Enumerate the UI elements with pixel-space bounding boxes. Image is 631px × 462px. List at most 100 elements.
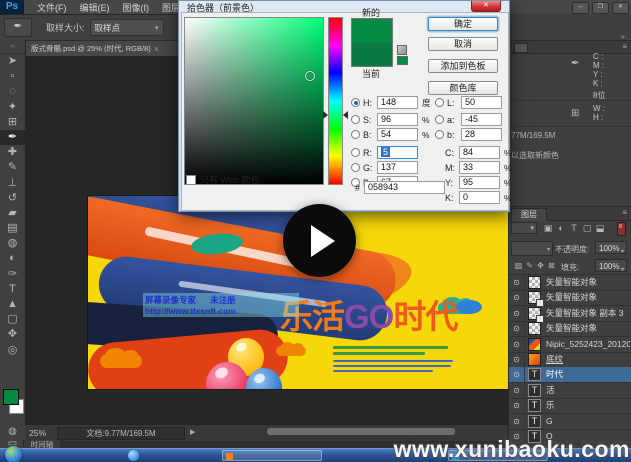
lock-all-icon[interactable]: ⊠ <box>546 259 557 272</box>
play-button[interactable] <box>283 204 356 277</box>
pen-tool[interactable]: ✑ <box>0 267 25 282</box>
ok-button[interactable]: 确定 <box>428 17 498 31</box>
zoom-tool[interactable]: ◎ <box>0 343 25 358</box>
fill-value[interactable]: 100%▾ <box>595 259 627 272</box>
field-input[interactable]: 84 <box>459 146 500 159</box>
layer-row[interactable]: ⊙矢量智能对象 <box>509 275 631 291</box>
field-input[interactable]: 96 <box>377 113 418 126</box>
filter-adjustment-layers-icon[interactable]: ◐ <box>555 222 567 235</box>
field-input[interactable]: 137 <box>377 161 418 174</box>
radio-button[interactable] <box>435 98 444 107</box>
layer-visibility-eye-icon[interactable]: ⊙ <box>509 352 525 367</box>
layers-panel-menu-icon[interactable]: ≡ <box>622 208 627 217</box>
close-tab-icon[interactable]: × <box>154 44 159 54</box>
path-selection-tool[interactable]: ▲ <box>0 297 25 312</box>
layer-row[interactable]: ⊙T时代 <box>509 367 631 383</box>
layer-row[interactable]: ⊙T乐 <box>509 398 631 414</box>
web-safe-cube-icon[interactable] <box>397 45 407 55</box>
menu-item-0[interactable]: 文件(F) <box>37 1 67 14</box>
blur-tool[interactable]: ◍ <box>0 236 25 251</box>
layer-visibility-eye-icon[interactable]: ⊙ <box>509 414 525 429</box>
crop-tool[interactable]: ⊞ <box>0 115 25 130</box>
cancel-button[interactable]: 取消 <box>428 37 498 51</box>
color-field[interactable] <box>184 17 324 185</box>
layer-visibility-eye-icon[interactable]: ⊙ <box>509 306 525 321</box>
radio-button[interactable] <box>351 115 360 124</box>
radio-button[interactable] <box>351 98 360 107</box>
dialog-close-button[interactable]: ✕ <box>471 1 501 12</box>
move-tool[interactable]: ➤ <box>0 54 25 69</box>
history-brush-tool[interactable]: ↺ <box>0 191 25 206</box>
type-tool[interactable]: T <box>0 282 25 297</box>
filter-shape-layers-icon[interactable]: ▢ <box>581 222 593 235</box>
blend-mode-dropdown[interactable]: ▾ <box>511 241 553 256</box>
add-to-swatches-button[interactable]: 添加到色板 <box>428 59 498 73</box>
taskbar-app-icon[interactable] <box>128 450 139 461</box>
layer-row[interactable]: ⊙T活 <box>509 383 631 399</box>
radio-button[interactable] <box>435 130 444 139</box>
field-input[interactable]: -45 <box>461 113 502 126</box>
layer-visibility-eye-icon[interactable]: ⊙ <box>509 337 525 352</box>
lock-position-icon[interactable]: ✥ <box>535 259 546 272</box>
eyedropper-tool-icon[interactable]: ✒ <box>4 18 32 37</box>
status-expand-icon[interactable]: ▶ <box>190 428 195 436</box>
shape-tool[interactable]: ▢ <box>0 312 25 327</box>
filter-pixel-layers-icon[interactable]: ▣ <box>542 222 554 235</box>
filter-type-layers-icon[interactable]: T <box>568 222 580 235</box>
info-panel-tab-icon[interactable] <box>514 43 528 53</box>
collapse-toolbar-icon[interactable]: ‹‹ <box>0 40 25 54</box>
layer-visibility-eye-icon[interactable]: ⊙ <box>509 321 525 336</box>
hex-input[interactable]: 058943 <box>364 181 445 194</box>
field-input[interactable]: 50 <box>461 96 502 109</box>
minimize-button[interactable]: ─ <box>572 2 589 14</box>
zoom-level[interactable]: 25% <box>29 428 46 438</box>
lock-transparent-icon[interactable]: ▨ <box>513 259 524 272</box>
layer-visibility-eye-icon[interactable]: ⊙ <box>509 275 525 290</box>
web-safe-swatch[interactable] <box>397 56 408 65</box>
radio-button[interactable] <box>435 115 444 124</box>
layer-row[interactable]: ⊙矢量智能对象 <box>509 290 631 306</box>
brush-tool[interactable]: ✎ <box>0 160 25 175</box>
current-color-swatch[interactable] <box>352 43 392 67</box>
color-field-marker[interactable] <box>305 71 315 81</box>
menu-item-2[interactable]: 图像(I) <box>123 1 150 14</box>
sample-size-dropdown[interactable]: 取样点 ▾ <box>90 19 164 36</box>
menu-item-1[interactable]: 编辑(E) <box>80 1 110 14</box>
gradient-tool[interactable]: ▤ <box>0 221 25 236</box>
layer-visibility-eye-icon[interactable]: ⊙ <box>509 290 525 305</box>
clone-stamp-tool[interactable]: ⊥ <box>0 176 25 191</box>
field-input[interactable]: 0 <box>459 191 500 204</box>
healing-brush-tool[interactable]: ✚ <box>0 145 25 160</box>
color-libraries-button[interactable]: 颜色库 <box>428 81 498 95</box>
horizontal-scrollbar[interactable] <box>267 428 455 435</box>
field-input[interactable]: 5 <box>377 146 418 159</box>
restore-button[interactable]: ❐ <box>592 2 609 14</box>
field-input[interactable]: 95 <box>459 176 500 189</box>
radio-button[interactable] <box>351 163 360 172</box>
hue-slider-marker[interactable] <box>343 111 348 119</box>
layer-filter-toggle[interactable] <box>617 222 626 236</box>
quick-mask-icon[interactable]: ◍ <box>0 426 25 437</box>
lock-image-icon[interactable]: ✎ <box>524 259 535 272</box>
layer-row[interactable]: ⊙Nipic_5252423_201208... <box>509 337 631 353</box>
field-input[interactable]: 28 <box>461 128 502 141</box>
close-button[interactable]: ✕ <box>612 2 629 14</box>
panel-menu-icon[interactable]: ≡ <box>622 42 627 51</box>
filter-smart-objects-icon[interactable]: ⬓ <box>594 222 606 235</box>
layer-row[interactable]: ⊙底纹 <box>509 352 631 368</box>
web-only-checkbox[interactable] <box>186 175 196 185</box>
dodge-tool[interactable]: ◐ <box>0 251 25 266</box>
eraser-tool[interactable]: ▰ <box>0 206 25 221</box>
radio-button[interactable] <box>351 148 360 157</box>
lasso-tool[interactable]: ◌ <box>0 84 25 99</box>
layer-row[interactable]: ⊙矢量智能对象 <box>509 321 631 337</box>
taskbar-app-button[interactable] <box>222 450 322 461</box>
eyedropper-tool[interactable]: ✒ <box>0 130 25 145</box>
start-button[interactable] <box>5 446 22 462</box>
layer-row[interactable]: ⊙TG <box>509 414 631 430</box>
layer-visibility-eye-icon[interactable]: ⊙ <box>509 367 525 382</box>
field-input[interactable]: 148 <box>377 96 418 109</box>
marquee-tool[interactable]: ▫ <box>0 69 25 84</box>
field-input[interactable]: 33 <box>459 161 500 174</box>
foreground-color-swatch[interactable] <box>3 389 19 405</box>
